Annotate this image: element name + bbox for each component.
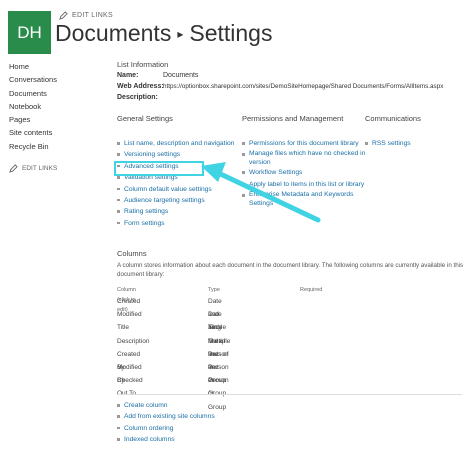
divider — [117, 394, 462, 395]
annotation-arrow — [201, 162, 321, 223]
header-type: Type — [208, 287, 220, 293]
columns-heading: Columns — [117, 249, 147, 258]
column-actions-list: Create column Add from existing site col… — [117, 400, 215, 446]
link-column-ordering[interactable]: Column ordering — [117, 423, 215, 434]
columns-description: A column stores information about each d… — [117, 262, 464, 278]
header-required: Required — [300, 287, 323, 293]
link-indexed-columns[interactable]: Indexed columns — [117, 434, 215, 445]
link-create-column[interactable]: Create column — [117, 400, 215, 411]
link-add-existing-site-columns[interactable]: Add from existing site columns — [117, 411, 215, 422]
